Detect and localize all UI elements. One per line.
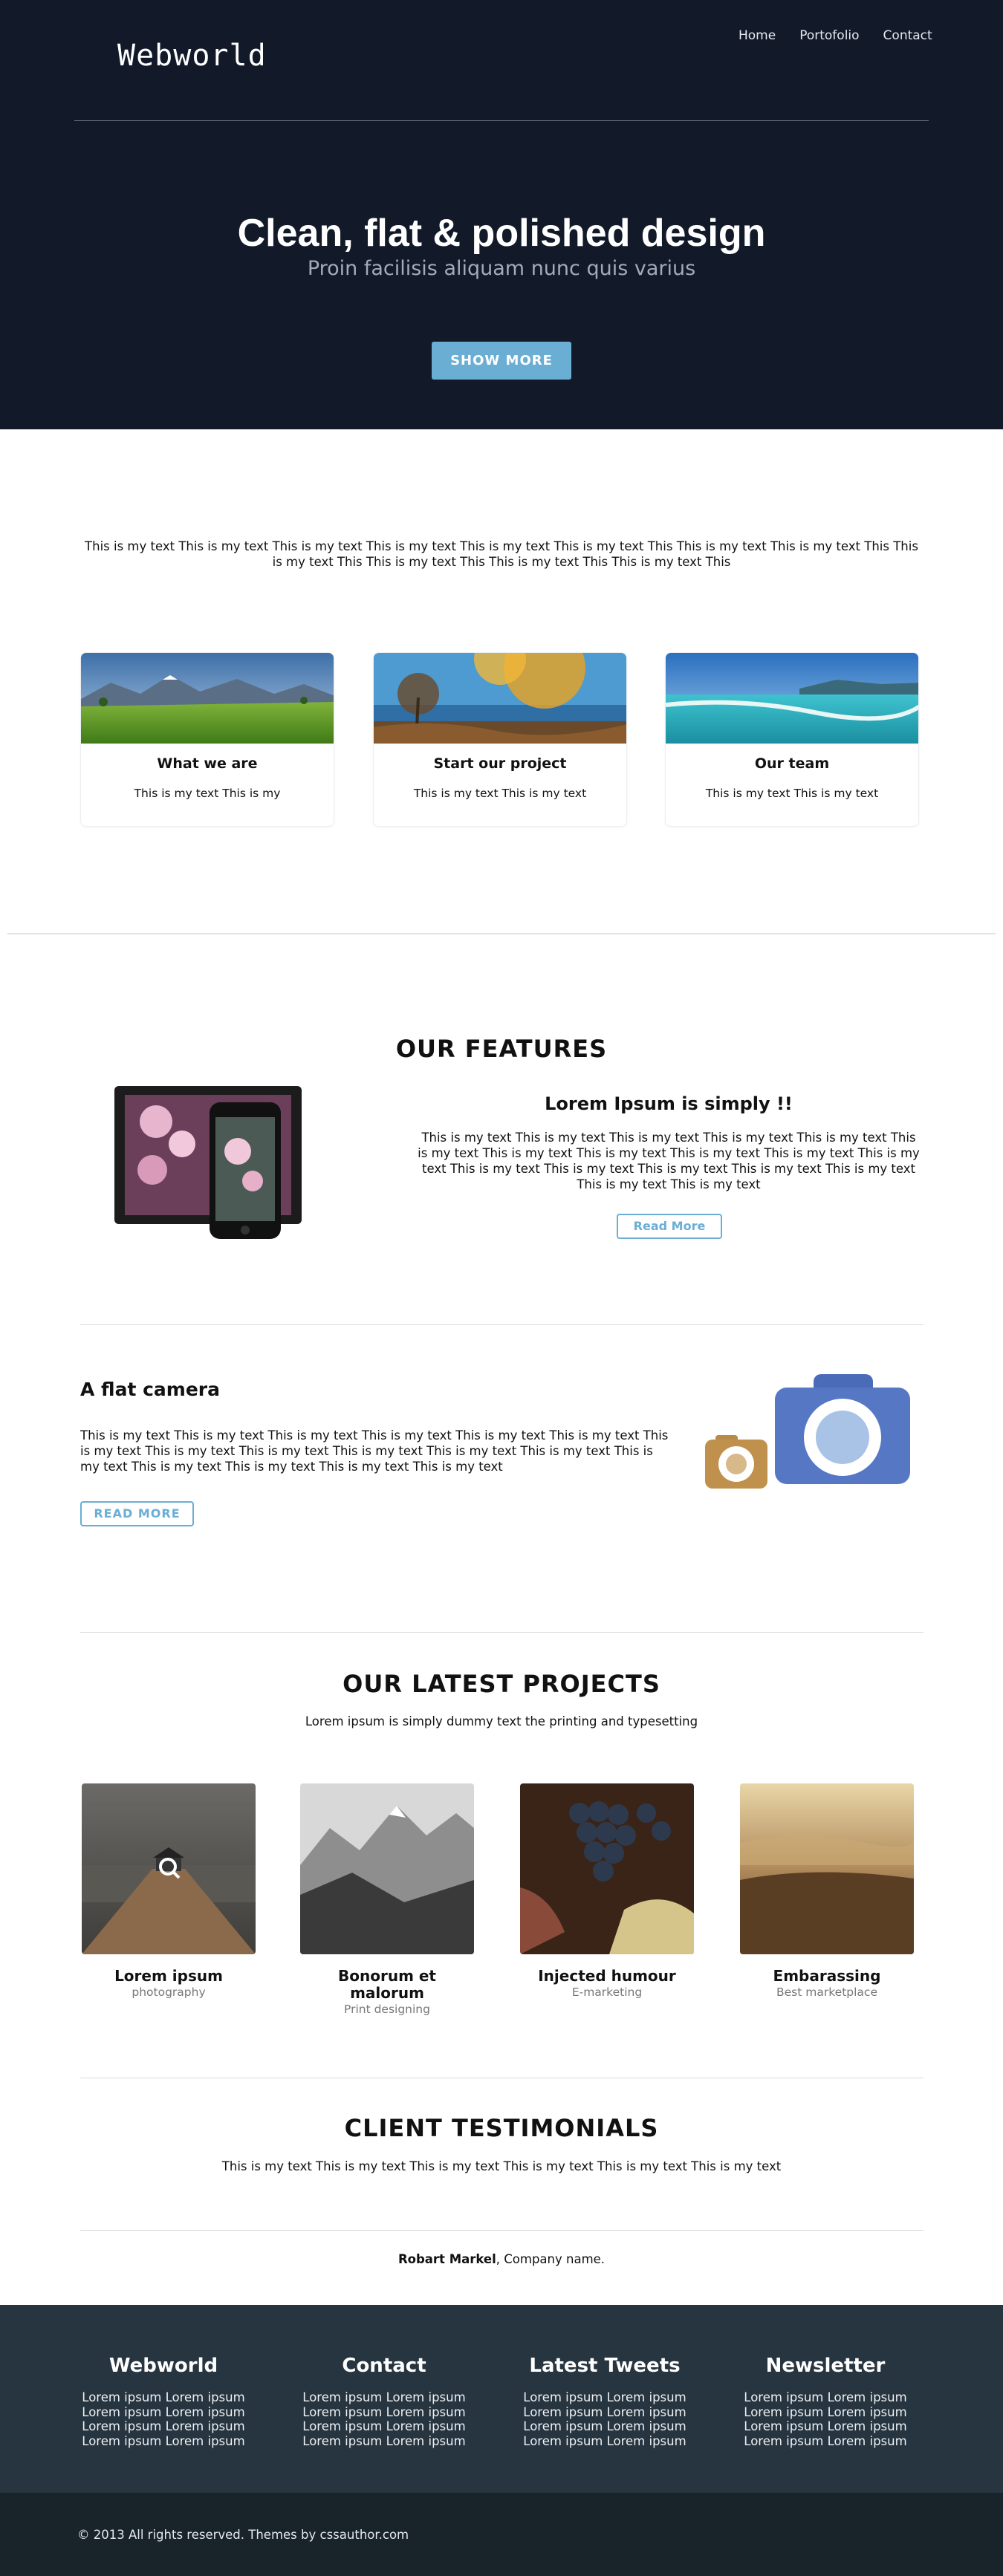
project-title: Lorem ipsum — [114, 1967, 223, 1985]
features-title: OUR FEATURES — [395, 1035, 608, 1063]
intro-text: This is my text This is my text This is … — [85, 539, 918, 569]
author-name: Robart Markel — [397, 2252, 496, 2266]
footer-line[interactable]: Lorem ipsum Lorem ipsum — [493, 2390, 716, 2405]
project-subtitle: E-marketing — [571, 1985, 643, 1999]
author-company: , Company name. — [496, 2252, 606, 2266]
footer-heading: Webworld — [108, 2355, 218, 2377]
nav-contact[interactable]: Contact — [883, 28, 932, 43]
card-text: This is my text This is my text — [413, 787, 587, 800]
footer-heading: Latest Tweets — [529, 2355, 681, 2377]
footer-line[interactable]: Lorem ipsum Lorem ipsum — [273, 2390, 496, 2405]
project-item[interactable]: Injected humour E-marketing — [520, 1783, 694, 2000]
project-subtitle: Print designing — [344, 2003, 430, 2016]
read-more-button[interactable]: Read More — [617, 1214, 722, 1239]
project-item[interactable]: Embarassing Best marketplace — [740, 1783, 914, 2000]
projects-subtitle: Lorem ipsum is simply dummy text the pri… — [305, 1714, 698, 1728]
card-what-we-are[interactable]: What we are This is my text This is my — [80, 652, 334, 827]
footer-heading: Newsletter — [765, 2355, 886, 2377]
card-text: This is my text This is my — [134, 787, 281, 800]
nav-home[interactable]: Home — [739, 28, 776, 43]
mountains-image — [300, 1783, 474, 1954]
testimonials-title: CLIENT TESTIMONIALS — [344, 2114, 659, 2142]
project-title: Injected humour — [538, 1967, 676, 1985]
footer-column-contact: Contact Lorem ipsum Lorem ipsum Lorem ip… — [273, 2355, 496, 2448]
copyright-text: © 2013 All rights reserved. Themes by cs… — [77, 2528, 409, 2542]
testimonial-text: This is my text This is my text This is … — [221, 2159, 782, 2173]
card-title: Our team — [754, 755, 830, 772]
card-text: This is my text This is my text — [705, 787, 879, 800]
testimonial-author: Robart Markel, Company name. — [0, 2252, 1003, 2266]
section-divider — [80, 1324, 924, 1325]
nav-portofolio[interactable]: Portofolio — [799, 28, 859, 43]
footer-column-latest-tweets: Latest Tweets Lorem ipsum Lorem ipsum Lo… — [493, 2355, 716, 2448]
hero-section: Webworld Home Portofolio Contact Clean, … — [0, 0, 1003, 429]
grapes-image — [520, 1783, 694, 1954]
section-divider — [80, 1632, 924, 1633]
project-title: Embarassing — [773, 1967, 881, 1985]
footer-line[interactable]: Lorem ipsum Lorem ipsum — [273, 2405, 496, 2420]
tablet-phone-image — [114, 1086, 302, 1239]
hero-title: Clean, flat & polished design — [237, 212, 766, 255]
footer-line[interactable]: Lorem ipsum Lorem ipsum — [714, 2405, 937, 2420]
card-our-team[interactable]: Our team This is my text This is my text — [665, 652, 919, 827]
footer-line[interactable]: Lorem ipsum Lorem ipsum — [714, 2434, 937, 2449]
camera-icon — [705, 1374, 910, 1489]
brand-logo[interactable]: Webworld — [117, 39, 267, 73]
show-more-button[interactable]: SHOW MORE — [432, 342, 571, 380]
footer-line[interactable]: Lorem ipsum Lorem ipsum — [273, 2434, 496, 2449]
footer-line[interactable]: Lorem ipsum Lorem ipsum — [52, 2419, 275, 2434]
project-subtitle: photography — [132, 1985, 206, 1999]
card-start-project[interactable]: Start our project This is my text This i… — [373, 652, 627, 827]
main-nav: Home Portofolio Contact — [739, 28, 956, 43]
project-item[interactable]: Bonorum et malorum Print designing — [300, 1783, 474, 2017]
footer-column-newsletter: Newsletter Lorem ipsum Lorem ipsum Lorem… — [714, 2355, 937, 2448]
hero-subtitle: Proin facilisis aliquam nunc quis varius — [307, 257, 696, 280]
autumn-tree-lake-image — [374, 653, 626, 744]
footer-line[interactable]: Lorem ipsum Lorem ipsum — [52, 2434, 275, 2449]
card-title: Start our project — [433, 755, 567, 772]
pier-image — [82, 1783, 256, 1954]
tropical-beach-image — [666, 653, 918, 744]
footer-line[interactable]: Lorem ipsum Lorem ipsum — [493, 2434, 716, 2449]
card-title: What we are — [157, 755, 258, 772]
footer-line[interactable]: Lorem ipsum Lorem ipsum — [52, 2390, 275, 2405]
footer-line[interactable]: Lorem ipsum Lorem ipsum — [714, 2419, 937, 2434]
read-more-button[interactable]: READ MORE — [80, 1501, 194, 1526]
footer-heading: Contact — [342, 2355, 426, 2377]
footer-column-webworld: Webworld Lorem ipsum Lorem ipsum Lorem i… — [52, 2355, 275, 2448]
footer-line[interactable]: Lorem ipsum Lorem ipsum — [493, 2419, 716, 2434]
footer-line[interactable]: Lorem ipsum Lorem ipsum — [273, 2419, 496, 2434]
footer-line[interactable]: Lorem ipsum Lorem ipsum — [493, 2405, 716, 2420]
project-title: Bonorum et malorum — [338, 1967, 436, 2002]
camera-heading: A flat camera — [80, 1379, 221, 1400]
projects-title: OUR LATEST PROJECTS — [343, 1670, 660, 1698]
footer-line[interactable]: Lorem ipsum Lorem ipsum — [714, 2390, 937, 2405]
project-subtitle: Best marketplace — [776, 1985, 877, 1999]
camera-text: This is my text This is my text This is … — [80, 1428, 669, 1474]
footer-line[interactable]: Lorem ipsum Lorem ipsum — [52, 2405, 275, 2420]
features-heading: Lorem Ipsum is simply !! — [545, 1093, 793, 1114]
mountain-meadow-image — [81, 653, 334, 744]
section-divider — [80, 2230, 924, 2231]
section-divider — [7, 933, 996, 934]
sunset-valley-image — [740, 1783, 914, 1954]
features-text: This is my text This is my text This is … — [418, 1131, 920, 1191]
hero-divider — [74, 120, 929, 121]
project-item[interactable]: Lorem ipsum photography — [82, 1783, 256, 2000]
